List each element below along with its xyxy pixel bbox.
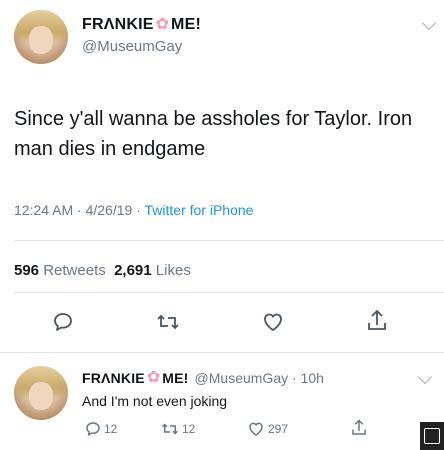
reply-count: 12 — [104, 422, 118, 436]
heart-icon[interactable] — [246, 420, 266, 438]
tweet-text: Since y'all wanna be assholes for Taylor… — [14, 108, 413, 160]
flower-emoji-icon: ✿ — [146, 369, 161, 386]
display-name-part1: FRΛNKIE — [82, 16, 154, 33]
image-viewer-icon[interactable] — [420, 422, 444, 450]
reply-handle-time[interactable]: @MuseumGay · 10h — [195, 370, 324, 386]
like-count: 297 — [268, 422, 289, 436]
chevron-down-icon[interactable] — [421, 15, 437, 31]
retweets-count: 596 — [14, 262, 40, 279]
likes-count: 2,691 — [114, 262, 152, 279]
share-icon[interactable] — [365, 308, 389, 334]
divider — [14, 292, 444, 293]
display-name-part1[interactable]: FRΛNKIE — [82, 370, 145, 386]
likes-label: Likes — [155, 262, 191, 279]
retweets-stat[interactable]: 596 Retweets — [14, 262, 106, 279]
tweet-meta: 12:24 AM · 4/26/19 · Twitter for iPhone — [14, 202, 253, 218]
flower-emoji-icon: ✿ — [155, 16, 170, 33]
chevron-down-icon[interactable] — [417, 369, 433, 385]
display-name[interactable]: FRΛNKIE ✿ ME! — [82, 16, 201, 34]
heart-icon[interactable] — [260, 310, 286, 334]
display-name-part2[interactable]: ME! — [162, 370, 188, 386]
display-name-part2: ME! — [171, 16, 201, 33]
reply-icon[interactable] — [84, 420, 102, 438]
divider — [0, 352, 444, 353]
user-handle[interactable]: @MuseumGay — [82, 38, 182, 55]
tweet-timestamp[interactable]: 12:24 AM · 4/26/19 · — [14, 202, 145, 218]
retweet-icon[interactable] — [155, 310, 181, 334]
divider — [14, 240, 444, 241]
retweet-icon[interactable] — [160, 420, 180, 438]
retweets-label: Retweets — [43, 262, 106, 279]
reply-header: FRΛNKIE ✿ ME! @MuseumGay · 10h — [82, 369, 324, 387]
tweet-source[interactable]: Twitter for iPhone — [145, 202, 254, 218]
share-icon[interactable] — [350, 418, 368, 438]
avatar[interactable] — [14, 10, 68, 64]
retweet-count: 12 — [182, 422, 196, 436]
avatar[interactable] — [14, 366, 68, 420]
reply-text: And I'm not even joking — [82, 393, 228, 409]
engagement-stats: 596 Retweets 2,691 Likes — [14, 262, 191, 279]
likes-stat[interactable]: 2,691 Likes — [114, 262, 191, 279]
reply-icon[interactable] — [51, 310, 75, 334]
